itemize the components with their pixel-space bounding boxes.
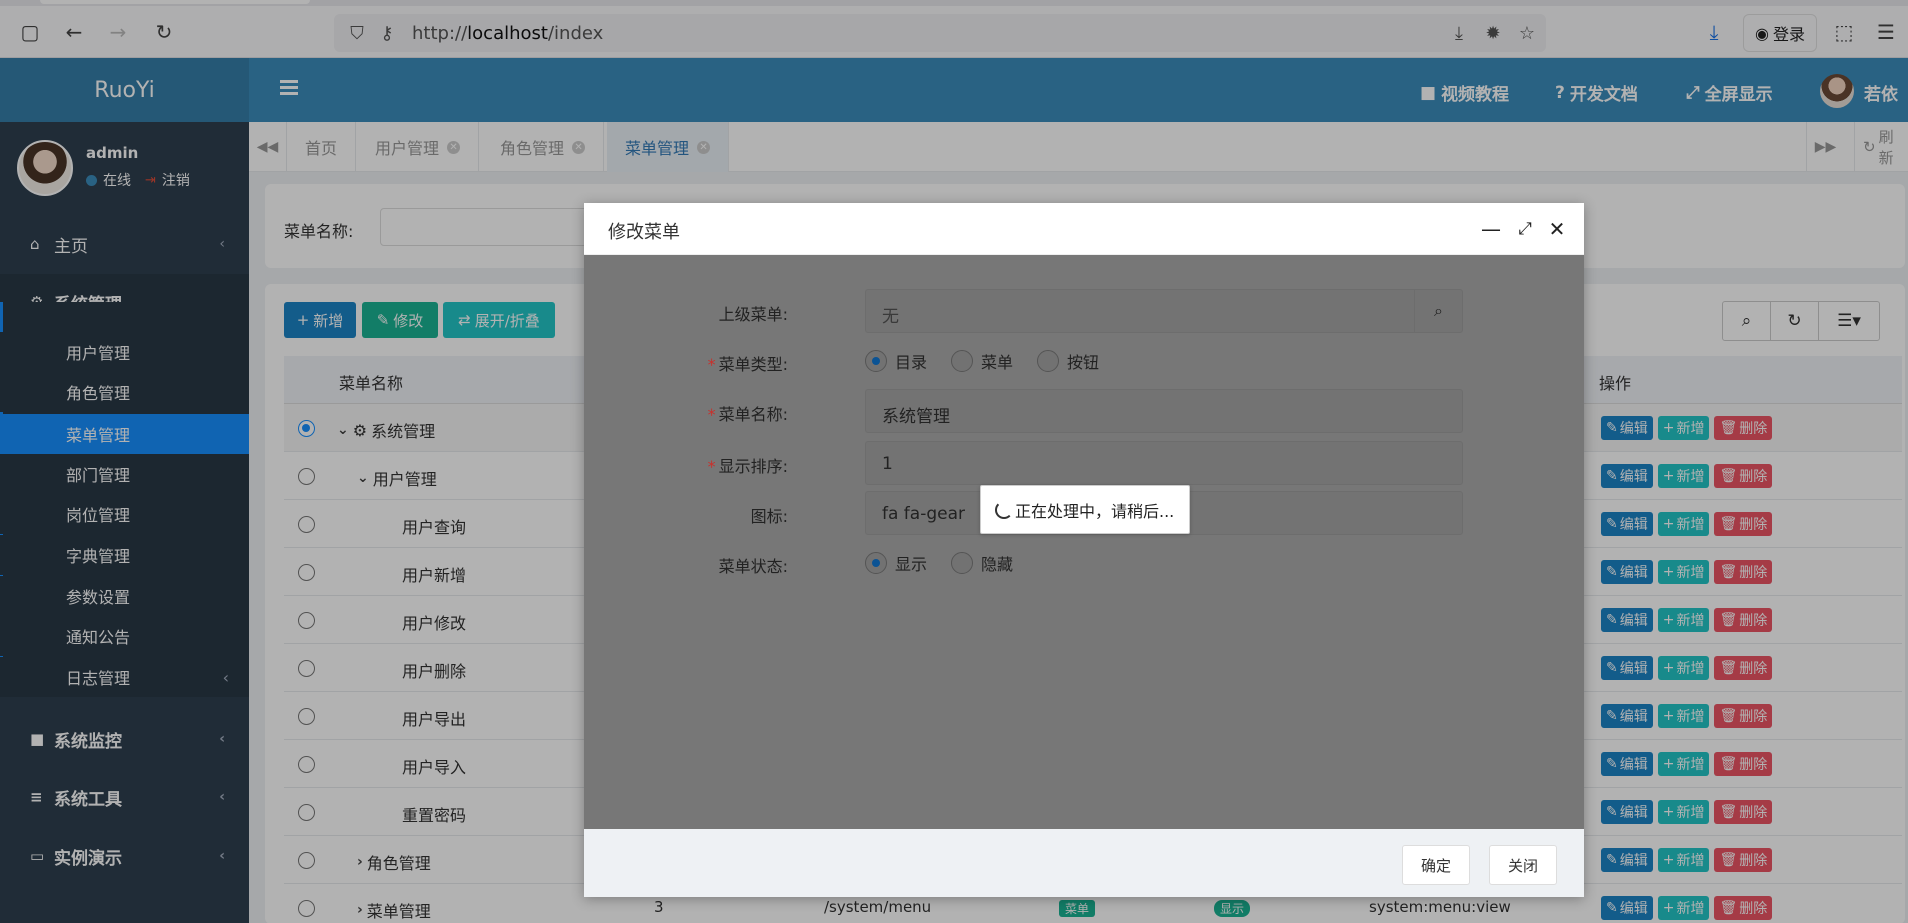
- radio-checked[interactable]: [865, 350, 887, 372]
- radio-checked[interactable]: [865, 552, 887, 574]
- form-row-order: * 显示排序: 1: [584, 441, 1584, 485]
- form-row-parent: 上级菜单: 无 ⌕: [584, 289, 1584, 333]
- dialog-title: 修改菜单: [608, 222, 680, 243]
- menu-name-label: * 菜单名称:: [707, 405, 788, 424]
- menu-status-radio-group: 显示 隐藏: [865, 551, 1013, 575]
- menu-type-radio-group: 目录 菜单 按钮: [865, 349, 1099, 373]
- edit-menu-dialog: 修改菜单 — ⤢ ✕ 上级菜单: 无 ⌕ * 菜单类型: 目录 菜单 按钮 * 菜单…: [584, 203, 1584, 897]
- minimize-icon[interactable]: —: [1478, 216, 1504, 242]
- icon-label: 图标:: [750, 507, 788, 526]
- close-icon[interactable]: ✕: [1544, 216, 1570, 242]
- status-option-hide[interactable]: 隐藏: [951, 551, 1013, 575]
- type-option-button[interactable]: 按钮: [1037, 349, 1099, 373]
- search-icon[interactable]: ⌕: [1414, 290, 1462, 332]
- radio-unchecked[interactable]: [951, 552, 974, 574]
- loading-indicator: 正在处理中，请稍后...: [980, 485, 1190, 534]
- order-label: * 显示排序:: [707, 457, 788, 476]
- confirm-button[interactable]: 确定: [1402, 845, 1471, 885]
- radio-unchecked[interactable]: [951, 350, 974, 372]
- radio-unchecked[interactable]: [1037, 350, 1060, 372]
- spinner-icon: [995, 500, 1013, 519]
- menu-name-field[interactable]: 系统管理: [865, 389, 1463, 433]
- type-option-directory[interactable]: 目录: [865, 349, 927, 373]
- form-row-status: 菜单状态: 显示 隐藏: [584, 541, 1584, 585]
- order-field[interactable]: 1: [865, 441, 1463, 485]
- dialog-body: 上级菜单: 无 ⌕ * 菜单类型: 目录 菜单 按钮 * 菜单名称: 系统管理 * 显…: [584, 255, 1584, 829]
- parent-menu-label: 上级菜单:: [718, 305, 788, 324]
- dialog-header: 修改菜单 — ⤢ ✕: [584, 203, 1584, 255]
- form-row-type: * 菜单类型: 目录 菜单 按钮: [584, 339, 1584, 383]
- dialog-footer: 确定 关闭: [584, 829, 1584, 897]
- menu-type-label: * 菜单类型:: [707, 355, 788, 374]
- parent-menu-field[interactable]: 无 ⌕: [865, 289, 1463, 333]
- maximize-icon[interactable]: ⤢: [1512, 216, 1538, 242]
- menu-status-label: 菜单状态:: [718, 557, 788, 576]
- type-option-menu[interactable]: 菜单: [951, 349, 1013, 373]
- close-button[interactable]: 关闭: [1489, 845, 1558, 885]
- form-row-name: * 菜单名称: 系统管理: [584, 389, 1584, 433]
- status-option-show[interactable]: 显示: [865, 551, 927, 575]
